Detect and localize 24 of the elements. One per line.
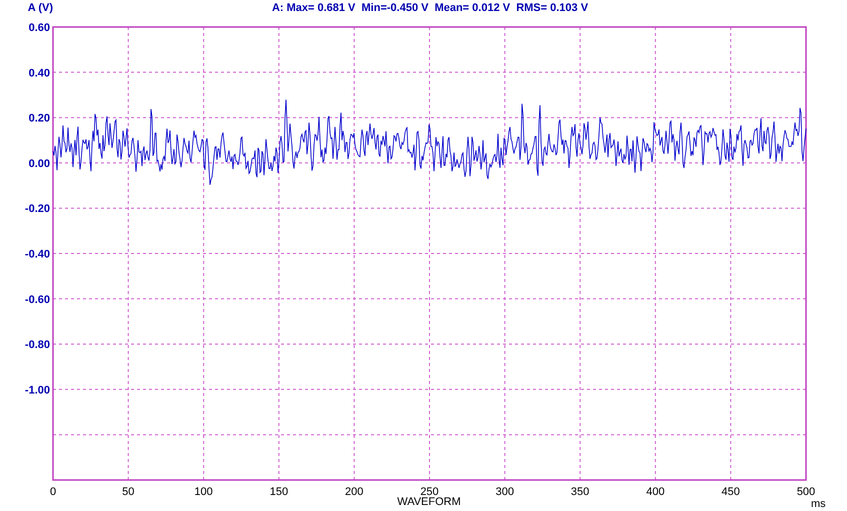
x-tick-label: 0	[50, 486, 56, 498]
y-axis-unit: A (V)	[28, 2, 53, 14]
x-tick-label: 50	[122, 486, 134, 498]
x-tick-label: 450	[722, 486, 740, 498]
x-axis-title: WAVEFORM	[397, 496, 461, 508]
y-tick-label: 0.20	[28, 112, 50, 125]
y-tick-label: -0.60	[24, 294, 50, 306]
y-tick-label: -0.80	[24, 339, 50, 352]
y-tick-label: -0.40	[24, 248, 50, 260]
x-tick-label: 500	[796, 486, 816, 498]
x-tick-label: 150	[270, 486, 288, 498]
y-tick-label: 0.00	[28, 158, 50, 170]
x-tick-label: 200	[345, 486, 364, 498]
y-tick-label: 0.40	[28, 67, 50, 80]
y-tick-label: -1.00	[24, 384, 50, 396]
x-tick-label: 300	[496, 486, 514, 498]
y-tick-label: 0.60	[28, 22, 50, 34]
y-tick-label: -0.20	[24, 203, 50, 216]
x-tick-label: 250	[420, 486, 439, 498]
x-tick-label: 100	[194, 486, 213, 498]
measurement-stats: A: Max= 0.681 V Min=-0.450 V Mean= 0.012 V RMS= 0.103 V	[272, 2, 588, 14]
x-axis-unit: ms	[811, 498, 826, 510]
x-tick-label: 350	[570, 486, 590, 498]
x-tick-label: 400	[646, 486, 665, 498]
